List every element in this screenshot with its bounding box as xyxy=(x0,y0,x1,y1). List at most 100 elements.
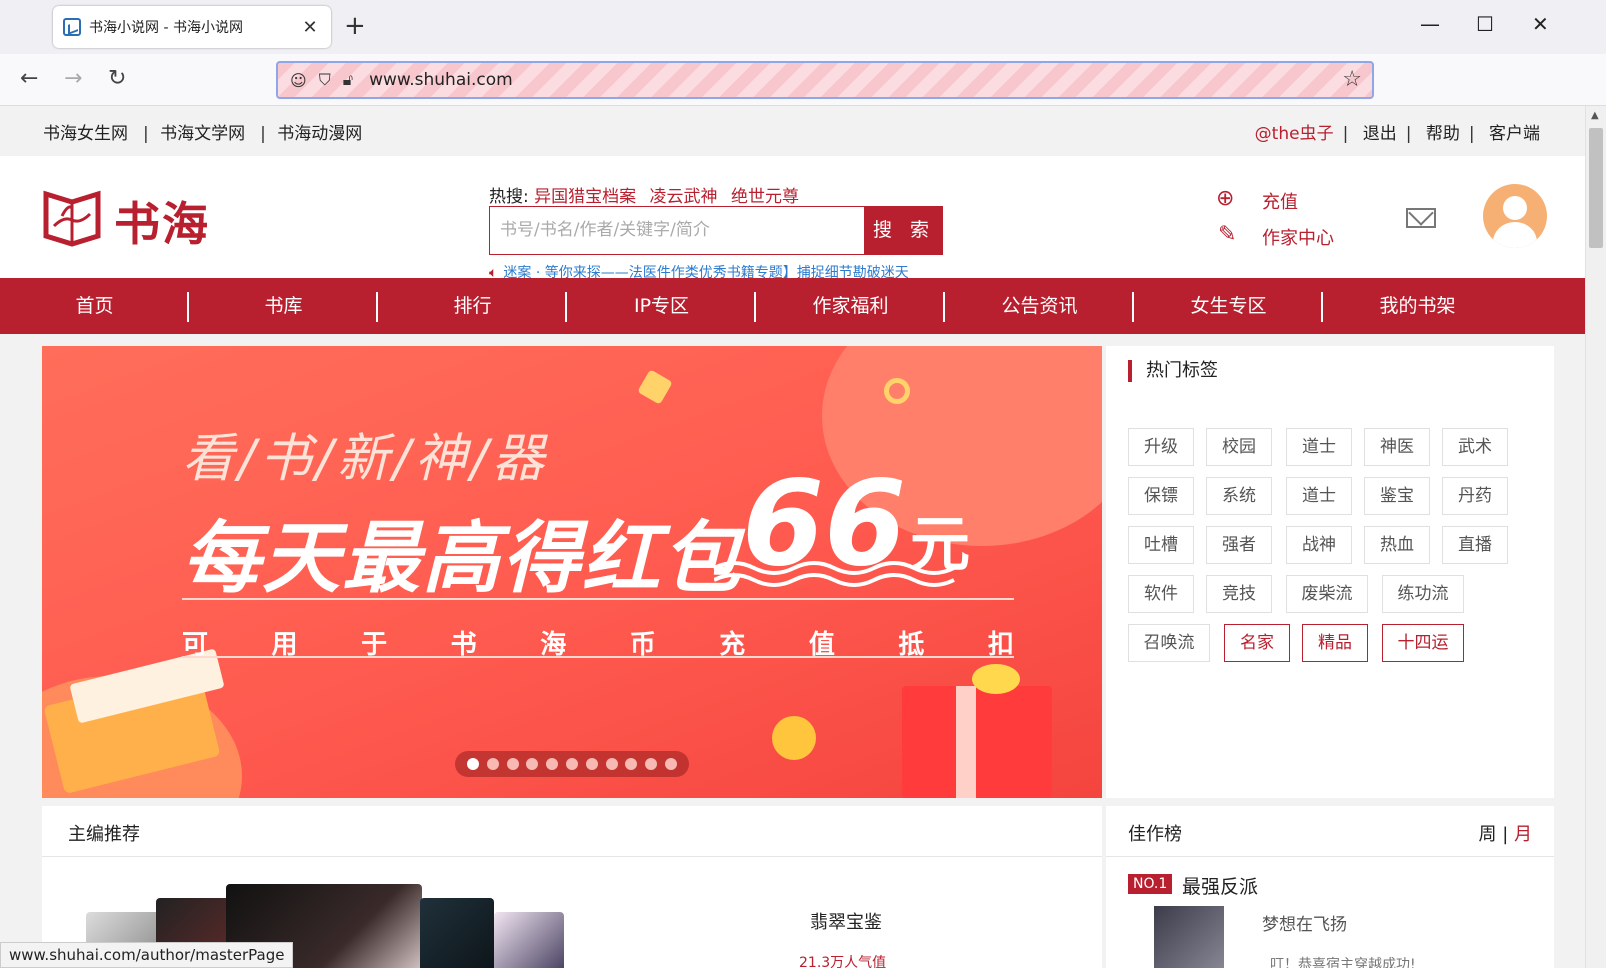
hot-tags-title: 热门标签 xyxy=(1128,360,1218,382)
nav-ip[interactable]: IP专区 xyxy=(567,278,756,334)
search-input[interactable]: 书号/书名/作者/关键字/简介 xyxy=(489,206,865,255)
tag-item[interactable]: 丹药 xyxy=(1442,477,1508,515)
best-book-cover[interactable] xyxy=(1154,906,1224,968)
banner-main-text: 每天最高得红包 xyxy=(182,514,743,604)
tag-item[interactable]: 练功流 xyxy=(1382,575,1464,613)
tag-item[interactable]: 废柴流 xyxy=(1286,575,1368,613)
best-book-name[interactable]: 最强反派 xyxy=(1182,872,1258,899)
best-book-author[interactable]: 梦想在飞扬 xyxy=(1262,910,1347,935)
nav-library[interactable]: 书库 xyxy=(189,278,378,334)
nav-writer-welfare[interactable]: 作家福利 xyxy=(756,278,945,334)
logout-link[interactable]: 退出 xyxy=(1363,124,1397,144)
banner-decor xyxy=(637,369,673,405)
recharge-icon: ⊕ xyxy=(1216,186,1235,211)
book-cover[interactable] xyxy=(494,912,564,968)
tag-item[interactable]: 升级 xyxy=(1128,428,1194,466)
tag-item[interactable]: 软件 xyxy=(1128,575,1194,613)
url-text[interactable]: www.shuhai.com xyxy=(369,70,513,90)
address-bar[interactable]: ☺ ⛉ 🔓︎ www.shuhai.com ☆ xyxy=(276,61,1374,99)
mail-icon[interactable] xyxy=(1406,208,1436,228)
hot-keyword[interactable]: 凌云武神 xyxy=(650,187,718,207)
close-tab-icon[interactable]: ✕ xyxy=(299,17,321,38)
robot-icon: ☺ xyxy=(290,70,307,90)
scroll-up-icon[interactable]: ▲ xyxy=(1591,110,1599,121)
minimize-icon[interactable]: — xyxy=(1420,12,1440,36)
maximize-icon[interactable]: ☐ xyxy=(1476,12,1494,36)
tag-item[interactable]: 十四运 xyxy=(1382,624,1464,662)
forward-icon[interactable]: → xyxy=(64,66,82,91)
site-logo-text[interactable]: 书海 xyxy=(114,188,210,254)
tab-month[interactable]: 月 xyxy=(1514,824,1532,845)
promo-banner[interactable]: 看/书/新/神/器 每天最高得红包 66 元 可 用 于 书 海 币 充 值 抵… xyxy=(42,346,1102,798)
tag-item[interactable]: 强者 xyxy=(1206,526,1272,564)
banner-headline: 看/书/新/神/器 xyxy=(182,429,549,489)
rec-book-name[interactable]: 翡翠宝鉴 xyxy=(810,908,882,934)
site-logo-icon[interactable] xyxy=(42,186,102,248)
hot-tags-panel: 热门标签 升级 校园 道士 神医 武术保镖 系统 道士 鉴宝 丹药吐槽 强者 战神 热血 直播软件 竞技废… xyxy=(1106,346,1554,798)
tag-item[interactable]: 保镖 xyxy=(1128,477,1194,515)
topbar-link-anime[interactable]: 书海动漫网 xyxy=(277,124,362,144)
carousel-dot[interactable] xyxy=(526,758,539,770)
lock-icon[interactable]: 🔓︎ xyxy=(343,70,353,90)
carousel-dot[interactable] xyxy=(585,758,598,770)
new-tab-icon[interactable]: + xyxy=(344,12,366,40)
nav-announcements[interactable]: 公告资讯 xyxy=(945,278,1134,334)
writer-center-link[interactable]: 作家中心 xyxy=(1262,224,1334,250)
tag-item[interactable]: 道士 xyxy=(1286,477,1352,515)
user-link[interactable]: @the虫子 xyxy=(1255,124,1334,144)
carousel-dot[interactable] xyxy=(486,758,499,770)
carousel-dot[interactable] xyxy=(625,758,638,770)
browser-tab[interactable]: 书海小说网 - 书海小说网 ✕ xyxy=(53,6,331,48)
help-link[interactable]: 帮助 xyxy=(1426,124,1460,144)
nav-ranking[interactable]: 排行 xyxy=(378,278,567,334)
tag-item[interactable]: 召唤流 xyxy=(1128,624,1210,662)
back-icon[interactable]: ← xyxy=(20,66,38,91)
tab-title: 书海小说网 - 书海小说网 xyxy=(89,20,243,36)
hot-keyword[interactable]: 异国猎宝档案 xyxy=(534,187,636,207)
scrollbar-thumb[interactable] xyxy=(1589,128,1603,248)
writer-quill-icon: ✎ xyxy=(1218,222,1237,247)
site-topbar: 书海女生网 | 书海文学网 | 书海动漫网 @the虫子 | 退出 | 帮助 | 客户端 xyxy=(0,106,1585,156)
close-window-icon[interactable]: ✕ xyxy=(1532,12,1549,36)
tag-item[interactable]: 鉴宝 xyxy=(1364,477,1430,515)
shield-icon[interactable]: ⛉ xyxy=(319,70,331,90)
carousel-dot[interactable] xyxy=(665,758,678,770)
bookmark-star-icon[interactable]: ☆ xyxy=(1342,67,1362,92)
topbar-link-literature[interactable]: 书海文学网 xyxy=(160,124,245,144)
search-button[interactable]: 搜 索 xyxy=(865,206,943,255)
tag-item[interactable]: 战神 xyxy=(1286,526,1352,564)
tag-item[interactable]: 武术 xyxy=(1442,428,1508,466)
gift-box-illustration xyxy=(902,686,1052,798)
topbar-link-female[interactable]: 书海女生网 xyxy=(43,124,128,144)
carousel-dot[interactable] xyxy=(466,758,479,770)
tag-item[interactable]: 精品 xyxy=(1302,624,1368,662)
carousel-dot[interactable] xyxy=(546,758,559,770)
tag-item[interactable]: 竞技 xyxy=(1206,575,1272,613)
tag-item[interactable]: 名家 xyxy=(1224,624,1290,662)
tag-item[interactable]: 直播 xyxy=(1442,526,1508,564)
browser-tabbar: 书海小说网 - 书海小说网 ✕ + — ☐ ✕ xyxy=(0,0,1606,54)
carousel-dots xyxy=(455,751,689,777)
tag-item[interactable]: 道士 xyxy=(1286,428,1352,466)
hot-keyword[interactable]: 绝世元尊 xyxy=(731,187,799,207)
client-link[interactable]: 客户端 xyxy=(1489,124,1540,144)
carousel-dot[interactable] xyxy=(506,758,519,770)
carousel-dot[interactable] xyxy=(605,758,618,770)
nav-female[interactable]: 女生专区 xyxy=(1134,278,1323,334)
tag-item[interactable]: 神医 xyxy=(1364,428,1430,466)
best-works-title: 佳作榜 xyxy=(1128,824,1182,845)
reload-icon[interactable]: ↻ xyxy=(108,66,126,91)
recharge-link[interactable]: 充值 xyxy=(1262,188,1298,214)
tag-item[interactable]: 热血 xyxy=(1364,526,1430,564)
nav-home[interactable]: 首页 xyxy=(0,278,189,334)
page-scrollbar[interactable]: ▲ xyxy=(1585,106,1606,968)
tag-item[interactable]: 校园 xyxy=(1206,428,1272,466)
nav-bookshelf[interactable]: 我的书架 xyxy=(1323,278,1512,334)
tab-week[interactable]: 周 xyxy=(1478,824,1496,845)
carousel-dot[interactable] xyxy=(565,758,578,770)
book-cover[interactable] xyxy=(420,898,494,968)
carousel-dot[interactable] xyxy=(645,758,658,770)
avatar[interactable] xyxy=(1483,184,1547,248)
tag-item[interactable]: 吐槽 xyxy=(1128,526,1194,564)
tag-item[interactable]: 系统 xyxy=(1206,477,1272,515)
